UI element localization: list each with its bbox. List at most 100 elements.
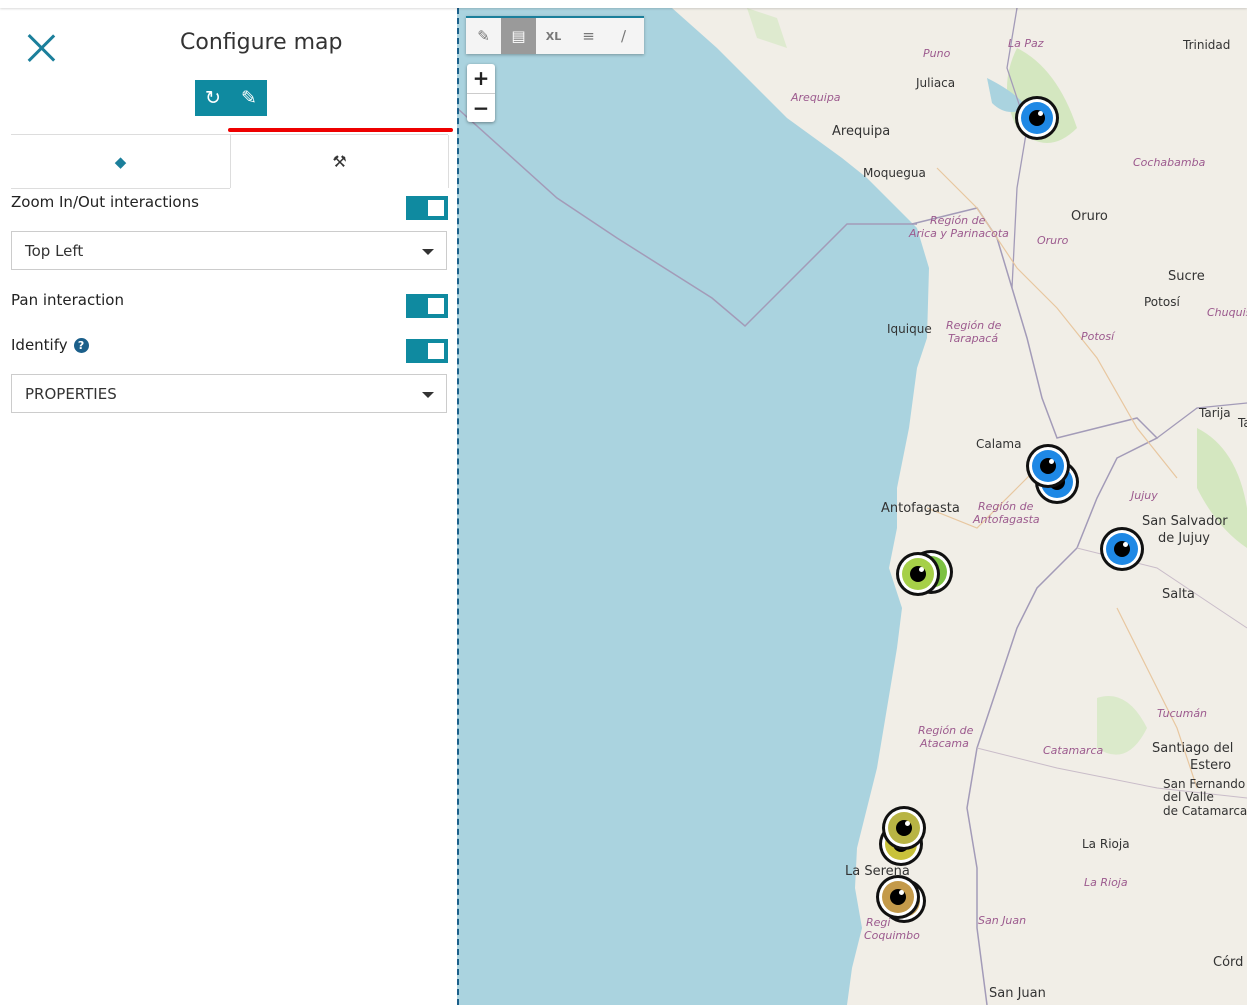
wrench-icon: ⚒ — [332, 152, 347, 171]
map-label: Tarija — [1199, 406, 1231, 420]
edit-icon[interactable]: ✎ — [241, 88, 257, 108]
map-label: Región de — [946, 319, 1002, 332]
map-label: Moquegua — [863, 166, 926, 180]
pan-toggle[interactable] — [406, 294, 448, 318]
identify-toggle[interactable] — [406, 339, 448, 363]
map-label: Potosí — [1081, 330, 1115, 343]
identify-mode-select[interactable]: PROPERTIES — [11, 374, 447, 413]
marker-iris — [879, 878, 917, 916]
align-icon[interactable]: ≡ — [571, 18, 606, 54]
tab-bar: ◆ ⚒ — [11, 134, 449, 189]
map-toolbar: ✎ ▤ XL ≡ ∕ — [466, 16, 644, 54]
toolbar-actions: ↻ ✎ — [195, 80, 267, 116]
marker-highlight — [1123, 542, 1128, 547]
marker-iris — [1029, 447, 1067, 485]
map-label: Región de — [978, 500, 1034, 513]
pan-interaction-label: Pan interaction — [11, 291, 124, 309]
configure-map-panel: Configure map ↻ ✎ ◆ ⚒ — [0, 8, 457, 1005]
map-label: Chuquis — [1207, 306, 1247, 319]
map-label: Tucumán — [1157, 707, 1208, 720]
map-label: Regi — [866, 916, 891, 929]
zoom-toggle[interactable] — [406, 196, 448, 220]
map-label: Salta — [1162, 587, 1195, 602]
map-label: Cochabamba — [1133, 156, 1206, 169]
color-picker-icon[interactable]: ∕ — [606, 18, 641, 54]
tab-indicator — [228, 128, 453, 132]
panel-divider — [457, 8, 459, 1005]
map-label: La Rioja — [1084, 876, 1128, 889]
map-label: Arica y Parinacota — [909, 227, 1009, 240]
map-label: Región de — [918, 724, 974, 737]
map-basemap — [457, 8, 1247, 1005]
map-label: San Juan — [978, 914, 1027, 927]
map-label: Antofagasta — [881, 501, 960, 516]
page-title: Configure map — [180, 30, 343, 55]
draw-icon[interactable]: ✎ — [466, 18, 501, 54]
marker-highlight — [905, 821, 910, 826]
identify-label-text: Identify — [11, 336, 68, 354]
marker-iris — [885, 809, 923, 847]
zoom-out-button[interactable]: − — [467, 93, 495, 123]
toggle-knob — [428, 343, 444, 359]
marker-iris — [1103, 530, 1141, 568]
map-label: San Salvador — [1142, 514, 1228, 529]
identify-mode-value: PROPERTIES — [25, 385, 117, 403]
identify-label: Identify? — [11, 336, 89, 354]
map-label: Oruro — [1071, 209, 1108, 224]
marker-iris — [899, 555, 937, 593]
map-label: Córd — [1213, 955, 1244, 970]
map-label: de Catamarca — [1163, 804, 1247, 818]
eye-marker[interactable] — [1100, 527, 1144, 571]
eye-marker[interactable] — [1015, 96, 1059, 140]
map-label: Coquimbo — [864, 929, 920, 942]
map-label: Iquique — [887, 322, 932, 336]
chevron-down-icon — [422, 249, 434, 255]
map-label: Región de — [930, 214, 986, 227]
map-label: Santiago del — [1152, 741, 1234, 756]
map-zoom-control: + − — [467, 64, 495, 122]
map-label: Sucre — [1168, 269, 1205, 284]
eye-marker[interactable] — [1026, 444, 1070, 488]
toggle-knob — [428, 200, 444, 216]
eye-marker[interactable] — [896, 552, 940, 596]
map-canvas[interactable] — [457, 8, 1247, 1005]
map-label: Ta — [1238, 416, 1247, 430]
map-label: Puno — [923, 47, 951, 60]
tab-settings[interactable]: ⚒ — [230, 135, 449, 188]
map-label: Potosí — [1144, 295, 1180, 309]
eye-marker[interactable] — [876, 875, 920, 919]
map-label: Antofagasta — [973, 513, 1040, 526]
map-label: San Fernando — [1163, 777, 1246, 791]
map-label: Catamarca — [1043, 744, 1104, 757]
map-label: Juliaca — [916, 76, 956, 90]
chevron-down-icon — [422, 392, 434, 398]
map-label: del Valle — [1163, 790, 1214, 804]
zoom-interactions-label: Zoom In/Out interactions — [11, 193, 199, 211]
map-label: Jujuy — [1131, 489, 1158, 502]
map-label: La Paz — [1008, 37, 1044, 50]
size-xl-button[interactable]: XL — [536, 18, 571, 54]
layers-icon: ◆ — [114, 152, 127, 171]
close-icon[interactable] — [26, 32, 56, 62]
map-label: Trinidad — [1183, 38, 1231, 52]
map-label: Arequipa — [832, 124, 891, 139]
refresh-icon[interactable]: ↻ — [205, 88, 221, 108]
zoom-position-select[interactable]: Top Left — [11, 231, 447, 270]
help-icon[interactable]: ? — [73, 338, 89, 353]
zoom-in-button[interactable]: + — [467, 64, 495, 93]
map-label: Arequipa — [791, 91, 841, 104]
map-label: Calama — [976, 437, 1022, 451]
map-label: Oruro — [1037, 234, 1069, 247]
marker-highlight — [899, 890, 904, 895]
map-info-icon[interactable]: ▤ — [501, 18, 536, 54]
zoom-position-value: Top Left — [25, 242, 84, 260]
marker-highlight — [1049, 459, 1054, 464]
tab-layers[interactable]: ◆ — [11, 135, 230, 189]
eye-marker[interactable] — [882, 806, 926, 850]
marker-iris — [1018, 99, 1056, 137]
map-label: Atacama — [920, 737, 969, 750]
marker-highlight — [919, 567, 924, 572]
map-label: de Jujuy — [1158, 531, 1210, 546]
map-label: Estero — [1190, 758, 1232, 773]
marker-highlight — [1038, 111, 1043, 116]
